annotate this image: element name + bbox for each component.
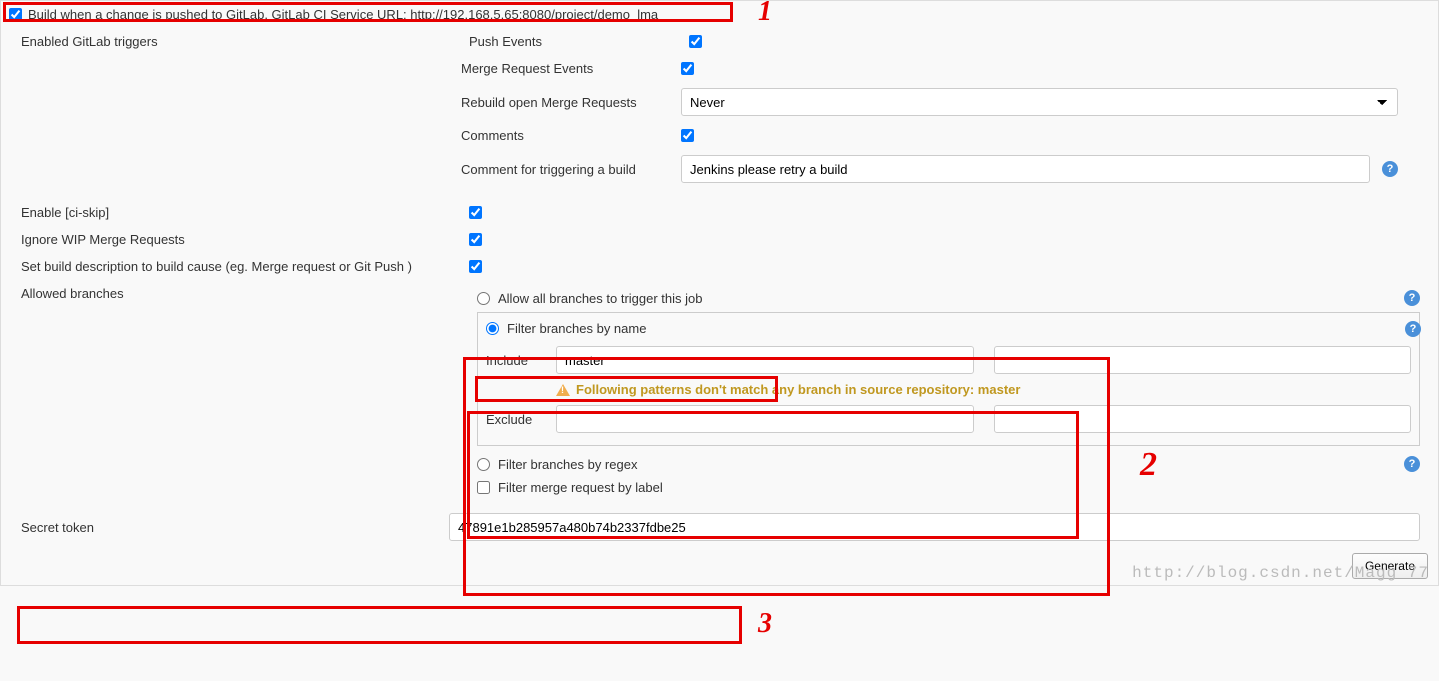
build-desc-checkbox[interactable] — [469, 260, 482, 273]
comments-label: Comments — [461, 128, 524, 143]
include-input-extra[interactable] — [994, 346, 1412, 374]
enabled-triggers-label: Enabled GitLab triggers — [21, 34, 158, 49]
filter-by-regex-radio[interactable] — [477, 458, 490, 471]
rebuild-open-mr-select[interactable]: Never — [681, 88, 1398, 116]
filter-by-name-label: Filter branches by name — [507, 321, 646, 336]
help-icon[interactable]: ? — [1382, 161, 1398, 177]
comment-trigger-label: Comment for triggering a build — [461, 162, 636, 177]
secret-token-label: Secret token — [21, 520, 94, 535]
help-icon[interactable]: ? — [1405, 321, 1421, 337]
push-events-checkbox[interactable] — [689, 35, 702, 48]
include-input[interactable] — [556, 346, 974, 374]
watermark-text: http://blog.csdn.net/Magg 77 — [1132, 564, 1429, 582]
ci-skip-checkbox[interactable] — [469, 206, 482, 219]
secret-token-input[interactable] — [449, 513, 1420, 541]
filter-by-label-label: Filter merge request by label — [498, 480, 663, 495]
annotation-number-1: 1 — [758, 0, 772, 28]
build-desc-label: Set build description to build cause (eg… — [21, 259, 412, 274]
warning-text: Following patterns don't match any branc… — [576, 382, 1020, 397]
allowed-branches-label: Allowed branches — [21, 286, 124, 301]
ci-skip-label: Enable [ci-skip] — [21, 205, 109, 220]
exclude-label: Exclude — [486, 412, 556, 427]
filter-by-label-checkbox[interactable] — [477, 481, 490, 494]
filter-by-name-radio[interactable] — [486, 322, 499, 335]
warning-icon — [556, 384, 570, 396]
merge-request-events-checkbox[interactable] — [681, 62, 694, 75]
rebuild-open-mr-label: Rebuild open Merge Requests — [461, 95, 637, 110]
annotation-number-2: 2 — [1140, 446, 1157, 484]
help-icon[interactable]: ? — [1404, 456, 1420, 472]
build-on-push-checkbox[interactable] — [9, 8, 22, 21]
merge-request-events-label: Merge Request Events — [461, 61, 593, 76]
exclude-input-extra[interactable] — [994, 405, 1412, 433]
allow-all-branches-radio[interactable] — [477, 292, 490, 305]
include-label: Include — [486, 353, 556, 368]
annotation-number-3: 3 — [758, 608, 772, 640]
exclude-input[interactable] — [556, 405, 974, 433]
filter-by-regex-label: Filter branches by regex — [498, 457, 637, 472]
comment-trigger-input[interactable] — [681, 155, 1370, 183]
push-events-label: Push Events — [469, 34, 542, 49]
build-on-push-label: Build when a change is pushed to GitLab.… — [28, 7, 658, 22]
annotation-box-3 — [17, 606, 742, 644]
ignore-wip-checkbox[interactable] — [469, 233, 482, 246]
allow-all-branches-label: Allow all branches to trigger this job — [498, 291, 703, 306]
ignore-wip-label: Ignore WIP Merge Requests — [21, 232, 185, 247]
comments-checkbox[interactable] — [681, 129, 694, 142]
help-icon[interactable]: ? — [1404, 290, 1420, 306]
